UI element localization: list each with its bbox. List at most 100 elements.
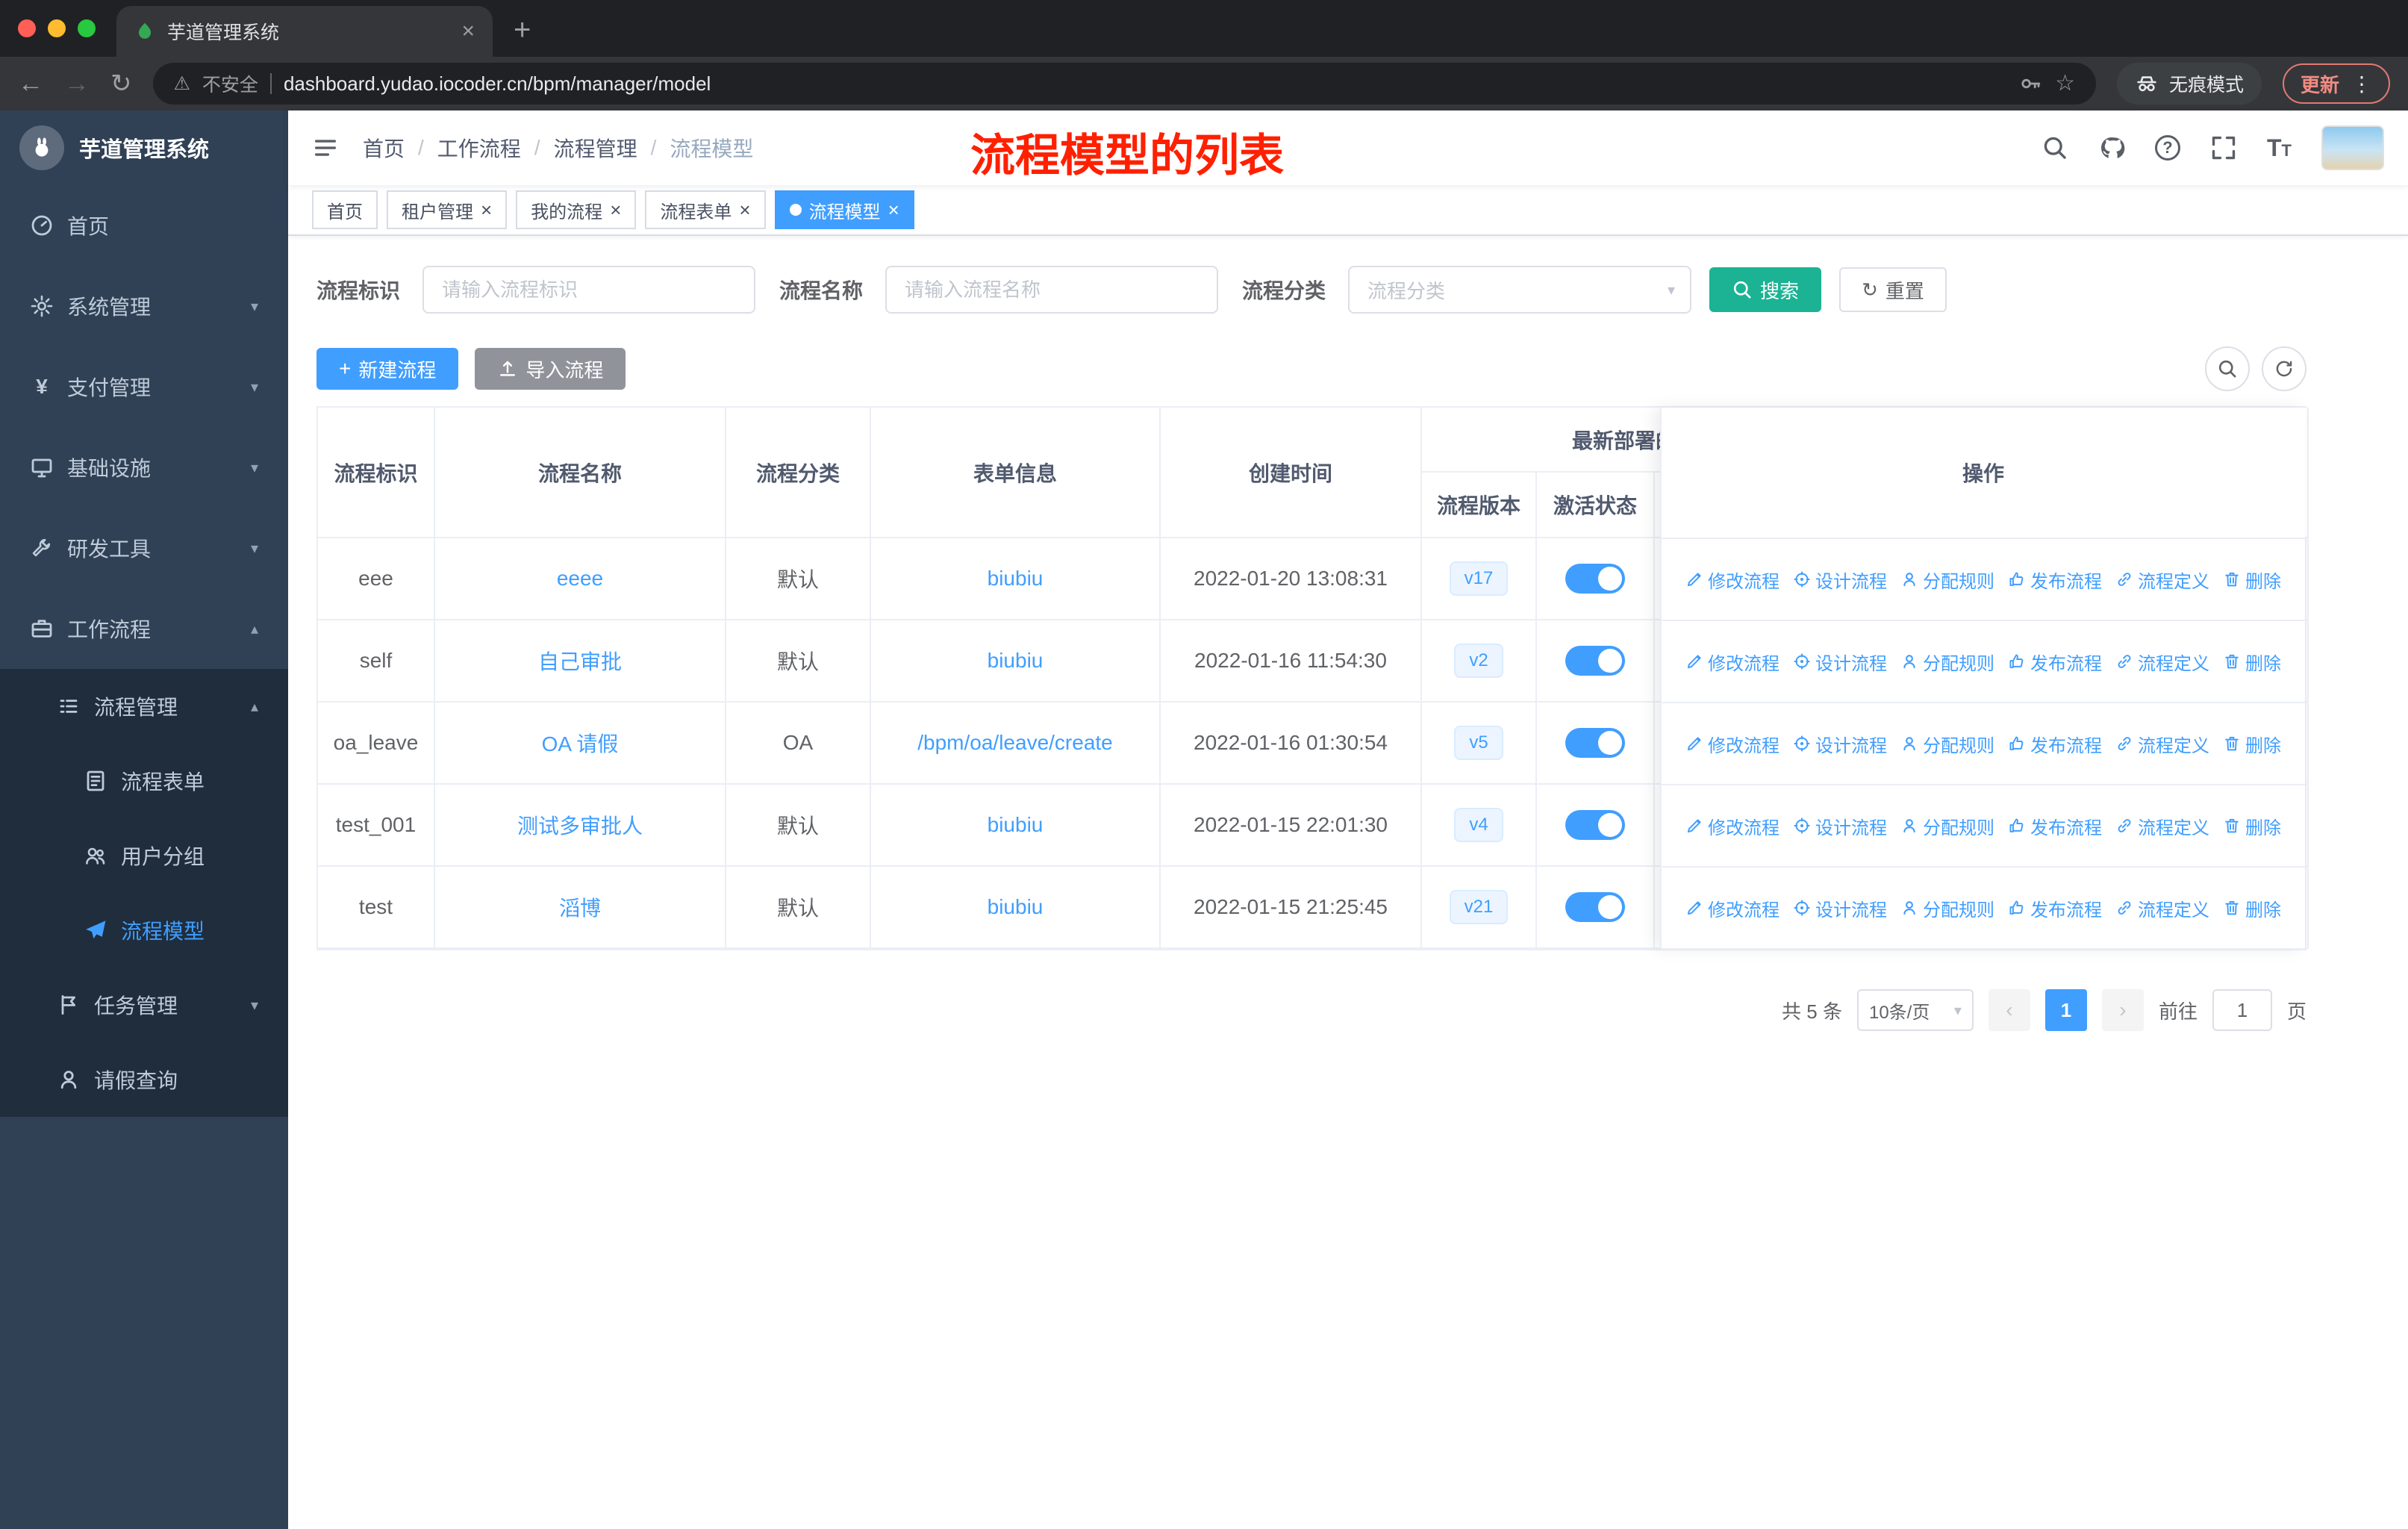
toggle-search-button[interactable] [2205,346,2250,391]
sidebar-item-process-form[interactable]: 流程表单 [0,744,288,818]
password-key-icon[interactable] [2019,72,2043,96]
design-process-link[interactable]: 设计流程 [1793,813,1887,839]
fullscreen-icon[interactable] [2210,134,2237,161]
breadcrumb-home[interactable]: 首页 [363,133,405,163]
sidebar-item-user-group[interactable]: 用户分组 [0,818,288,893]
tag-tenant-management[interactable]: 租户管理 × [387,190,508,229]
process-category-select[interactable]: 流程分类 ▾ [1348,266,1692,314]
assign-rule-link[interactable]: 分配规则 [1900,731,1994,757]
delete-process-link[interactable]: 删除 [2223,813,2281,839]
browser-update-button[interactable]: 更新 ⋮ [2282,63,2390,104]
sidebar-item-payment-management[interactable]: ¥ 支付管理 ▾ [0,346,288,427]
breadcrumb-process-management[interactable]: 流程管理 [554,133,637,163]
publish-process-link[interactable]: 发布流程 [2008,895,2102,921]
tag-home[interactable]: 首页 [312,190,378,229]
back-button[interactable]: ← [18,71,43,96]
design-process-link[interactable]: 设计流程 [1793,567,1887,593]
process-name-link[interactable]: 自己审批 [538,650,622,673]
sidebar-item-process-management[interactable]: 流程管理 ▴ [0,669,288,744]
reset-button[interactable]: ↻ 重置 [1839,267,1947,312]
assign-rule-link[interactable]: 分配规则 [1900,649,1994,675]
edit-process-link[interactable]: 修改流程 [1685,649,1780,675]
prev-page-button[interactable]: ‹ [1988,989,2030,1031]
form-info-link[interactable]: biubiu [988,567,1044,590]
close-icon[interactable]: × [739,199,750,222]
active-switch[interactable] [1565,892,1625,922]
edit-process-link[interactable]: 修改流程 [1685,731,1780,757]
delete-process-link[interactable]: 删除 [2223,895,2281,921]
page-1-button[interactable]: 1 [2044,989,2087,1031]
active-switch[interactable] [1565,728,1625,758]
active-switch[interactable] [1565,646,1625,676]
process-id-input[interactable] [422,266,756,314]
process-name-link[interactable]: 滔博 [559,897,601,920]
edit-process-link[interactable]: 修改流程 [1685,813,1780,839]
process-name-link[interactable]: OA 请假 [542,732,619,756]
process-definition-link[interactable]: 流程定义 [2115,731,2209,757]
process-name-link[interactable]: eeee [557,567,603,590]
delete-process-link[interactable]: 删除 [2223,567,2281,593]
new-tab-button[interactable]: + [514,15,531,45]
bookmark-star-icon[interactable]: ☆ [2055,72,2075,95]
tag-process-model[interactable]: 流程模型 × [774,190,914,229]
edit-process-link[interactable]: 修改流程 [1685,567,1780,593]
process-definition-link[interactable]: 流程定义 [2115,567,2209,593]
browser-menu-icon[interactable]: ⋮ [2351,72,2372,96]
form-info-link[interactable]: biubiu [988,813,1044,836]
process-definition-link[interactable]: 流程定义 [2115,895,2209,921]
active-switch[interactable] [1565,810,1625,840]
search-icon[interactable] [2042,134,2068,161]
close-icon[interactable]: × [888,199,899,222]
process-name-link[interactable]: 测试多审批人 [517,815,643,838]
window-minimize-button[interactable] [48,19,66,37]
goto-page-input[interactable] [2212,989,2272,1031]
close-icon[interactable]: × [610,199,621,222]
forward-button[interactable]: → [64,71,90,96]
import-process-button[interactable]: 导入流程 [475,348,626,390]
user-avatar[interactable] [2321,125,2384,170]
process-name-input[interactable] [885,266,1219,314]
browser-tab[interactable]: 芋道管理系统 × [116,6,493,57]
next-page-button[interactable]: › [2101,989,2144,1031]
reload-button[interactable]: ↻ [110,71,132,96]
window-close-button[interactable] [18,19,36,37]
sidebar-item-process-model[interactable]: 流程模型 [0,893,288,968]
tag-process-form[interactable]: 流程表单 × [645,190,766,229]
publish-process-link[interactable]: 发布流程 [2008,731,2102,757]
sidebar-item-leave-query[interactable]: 请假查询 [0,1042,288,1117]
design-process-link[interactable]: 设计流程 [1793,649,1887,675]
edit-process-link[interactable]: 修改流程 [1685,895,1780,921]
delete-process-link[interactable]: 删除 [2223,731,2281,757]
page-size-select[interactable]: 10条/页 ▾ [1856,989,1974,1031]
create-process-button[interactable]: + 新建流程 [316,348,459,390]
assign-rule-link[interactable]: 分配规则 [1900,895,1994,921]
sidebar-item-system-management[interactable]: 系统管理 ▾ [0,266,288,346]
sidebar-toggle-button[interactable] [312,134,339,161]
form-info-link[interactable]: biubiu [988,649,1044,672]
search-button[interactable]: 搜索 [1709,267,1822,312]
refresh-table-button[interactable] [2262,346,2306,391]
tag-my-process[interactable]: 我的流程 × [516,190,637,229]
font-size-icon[interactable]: TT [2267,134,2292,162]
assign-rule-link[interactable]: 分配规则 [1900,813,1994,839]
sidebar-item-home[interactable]: 首页 [0,185,288,266]
close-icon[interactable]: × [481,199,492,222]
publish-process-link[interactable]: 发布流程 [2008,813,2102,839]
sidebar-item-workflow[interactable]: 工作流程 ▴ [0,588,288,669]
github-icon[interactable] [2098,134,2125,161]
active-switch[interactable] [1565,564,1625,594]
publish-process-link[interactable]: 发布流程 [2008,567,2102,593]
process-definition-link[interactable]: 流程定义 [2115,649,2209,675]
assign-rule-link[interactable]: 分配规则 [1900,567,1994,593]
form-info-link[interactable]: /bpm/oa/leave/create [917,731,1113,754]
design-process-link[interactable]: 设计流程 [1793,731,1887,757]
url-bar[interactable]: ⚠ 不安全 dashboard.yudao.iocoder.cn/bpm/man… [152,63,2096,105]
help-icon[interactable]: ? [2155,135,2180,161]
sidebar-item-task-management[interactable]: 任务管理 ▾ [0,968,288,1042]
form-info-link[interactable]: biubiu [988,895,1044,918]
tab-close-icon[interactable]: × [461,19,475,44]
breadcrumb-workflow[interactable]: 工作流程 [437,133,521,163]
sidebar-item-infrastructure[interactable]: 基础设施 ▾ [0,427,288,508]
publish-process-link[interactable]: 发布流程 [2008,649,2102,675]
design-process-link[interactable]: 设计流程 [1793,895,1887,921]
